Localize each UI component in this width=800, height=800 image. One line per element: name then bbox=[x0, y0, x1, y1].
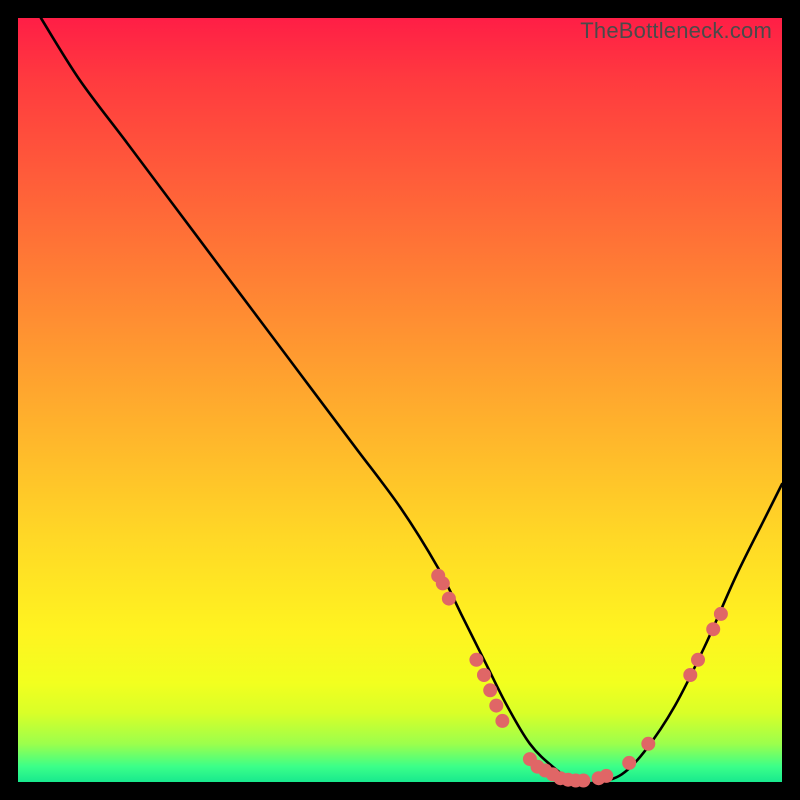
curve-marker bbox=[641, 737, 655, 751]
curve-marker bbox=[469, 653, 483, 667]
curve-marker bbox=[599, 769, 613, 783]
curve-marker bbox=[483, 683, 497, 697]
curve-marker bbox=[691, 653, 705, 667]
bottleneck-curve bbox=[41, 18, 782, 783]
curve-marker bbox=[436, 576, 450, 590]
curve-marker bbox=[622, 756, 636, 770]
chart-frame: TheBottleneck.com bbox=[18, 18, 782, 782]
curve-marker bbox=[477, 668, 491, 682]
curve-marker bbox=[442, 592, 456, 606]
watermark-text: TheBottleneck.com bbox=[580, 18, 772, 44]
curve-markers bbox=[431, 569, 728, 788]
curve-marker bbox=[495, 714, 509, 728]
chart-svg bbox=[18, 18, 782, 782]
curve-marker bbox=[714, 607, 728, 621]
curve-marker bbox=[576, 774, 590, 788]
curve-marker bbox=[683, 668, 697, 682]
curve-marker bbox=[706, 622, 720, 636]
curve-marker bbox=[489, 699, 503, 713]
